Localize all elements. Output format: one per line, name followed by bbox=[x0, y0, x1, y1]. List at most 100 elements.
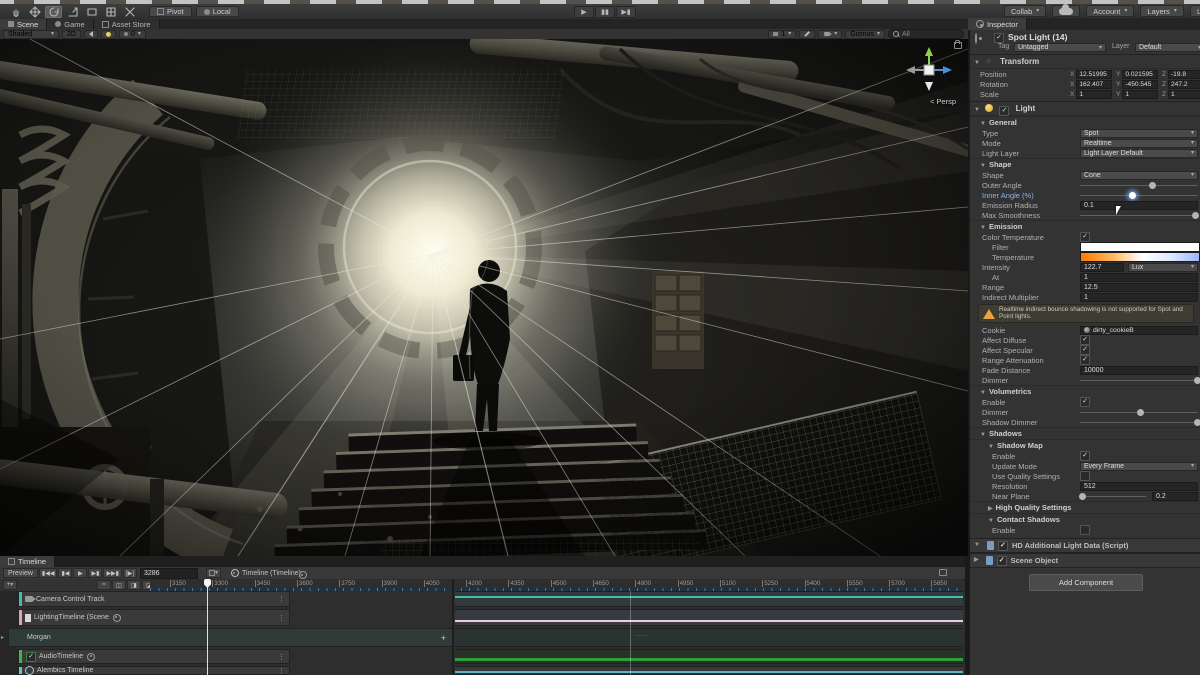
filter-color-swatch[interactable] bbox=[1080, 242, 1200, 252]
add-track-button[interactable]: +▾ bbox=[3, 580, 17, 590]
track-header-alembics-timeline[interactable]: Alembics Timeline⋮ bbox=[18, 666, 290, 675]
effects-dropdown[interactable]: 0 ▾ bbox=[119, 30, 146, 39]
slider-thumb[interactable] bbox=[1079, 493, 1086, 500]
light-fold-icon[interactable]: ▼ bbox=[974, 107, 980, 113]
track-menu-icon[interactable]: ⋮ bbox=[278, 667, 285, 675]
rotation-x-field[interactable]: 162.407 bbox=[1076, 80, 1112, 89]
enable-checkbox[interactable]: ✓ bbox=[1080, 397, 1090, 407]
persp-label[interactable]: < Persp bbox=[930, 97, 956, 106]
track-settings-icon[interactable] bbox=[113, 614, 121, 622]
mode-dropdown[interactable]: Realtime▾ bbox=[1080, 139, 1198, 148]
preview-toggle[interactable]: Preview bbox=[3, 568, 38, 578]
rotate-tool-icon[interactable] bbox=[45, 6, 62, 18]
dimmer-slider[interactable] bbox=[1080, 376, 1198, 385]
color-temperature-checkbox[interactable]: ✓ bbox=[1080, 232, 1090, 242]
next-frame-button[interactable]: ▶▮ bbox=[88, 568, 102, 578]
fold-icon[interactable]: ▼ bbox=[980, 163, 986, 169]
emission-radius-field[interactable]: 0.1 bbox=[1080, 201, 1198, 210]
range-attenuation-checkbox[interactable]: ✓ bbox=[1080, 355, 1090, 365]
outer-angle-slider[interactable] bbox=[1080, 181, 1198, 190]
custom-tool-icon[interactable] bbox=[121, 6, 138, 18]
track-header-morgan[interactable]: ▸Morgan+ bbox=[8, 628, 453, 647]
position-z-field[interactable]: -19.8 bbox=[1168, 70, 1200, 79]
track-mute-checkbox[interactable]: ✓ bbox=[26, 652, 36, 662]
indirect-multiplier-field[interactable]: 1 bbox=[1080, 293, 1198, 302]
step-button[interactable]: ▶▮ bbox=[616, 6, 636, 18]
object-enable-checkbox[interactable]: ✓ bbox=[994, 33, 1004, 43]
transform-tool-icon[interactable] bbox=[102, 6, 119, 18]
slider-thumb[interactable] bbox=[1129, 192, 1136, 199]
affect-specular-checkbox[interactable]: ✓ bbox=[1080, 345, 1090, 355]
group-fold-icon[interactable]: ▸ bbox=[1, 634, 4, 641]
section-header-shadows[interactable]: ▼Shadows bbox=[970, 427, 1200, 439]
track-clip-lightingtimeline-scene[interactable] bbox=[455, 609, 963, 626]
audio-toggle[interactable] bbox=[84, 30, 98, 39]
timeline-ruler[interactable]: 3150330034503600375039004050420043504500… bbox=[150, 579, 963, 591]
move-tool-icon[interactable] bbox=[26, 6, 43, 18]
scene-orientation-gizmo[interactable] bbox=[900, 43, 958, 97]
timeline-gear-icon[interactable] bbox=[299, 571, 307, 579]
account-dropdown[interactable]: Account ▾ bbox=[1086, 5, 1134, 17]
max-smoothness-slider[interactable] bbox=[1080, 211, 1198, 220]
play-button[interactable]: ▶ bbox=[73, 568, 87, 578]
slider-thumb[interactable] bbox=[1137, 409, 1144, 416]
slider-thumb[interactable] bbox=[1194, 419, 1200, 426]
near-plane-field[interactable]: 0.2 bbox=[1152, 492, 1198, 501]
enable-checkbox[interactable]: ✓ bbox=[1080, 451, 1090, 461]
light-layer-dropdown[interactable]: Light Layer Default▾ bbox=[1080, 149, 1198, 158]
pause-button[interactable]: ▮▮ bbox=[595, 6, 615, 18]
temperature-gradient-slider[interactable] bbox=[1080, 252, 1200, 262]
track-clip-audiotimeline[interactable] bbox=[455, 649, 963, 664]
fold-icon[interactable]: ▼ bbox=[988, 444, 994, 450]
slider-thumb[interactable] bbox=[1192, 212, 1199, 219]
gizmos-dropdown[interactable]: Gizmos ▾ bbox=[845, 30, 885, 39]
tab-inspector[interactable]: Inspector bbox=[968, 18, 1027, 30]
at-field[interactable]: 1 bbox=[1080, 273, 1198, 282]
dimmer-slider[interactable] bbox=[1080, 408, 1198, 417]
object-name[interactable]: Spot Light (14) bbox=[1008, 32, 1068, 42]
rotation-z-field[interactable]: 247.2 bbox=[1168, 80, 1200, 89]
track-header-lightingtimeline-scene[interactable]: LightingTimeline (Scene⋮ bbox=[18, 609, 290, 626]
scale-z-field[interactable]: 1 bbox=[1168, 90, 1200, 99]
playhead-line[interactable] bbox=[207, 580, 208, 675]
slider-thumb[interactable] bbox=[1194, 377, 1200, 384]
track-menu-icon[interactable]: ⋮ bbox=[278, 595, 285, 603]
type-dropdown[interactable]: Spot▾ bbox=[1080, 129, 1198, 138]
track-clip-camera-control-track[interactable] bbox=[455, 591, 963, 607]
tab-scene[interactable]: Scene bbox=[0, 19, 47, 29]
scene-search-input[interactable]: All bbox=[888, 29, 964, 39]
play-button[interactable]: ▶ bbox=[574, 6, 594, 18]
section-header-high-quality-settings[interactable]: ▶High Quality Settings bbox=[970, 501, 1200, 513]
layers-dropdown[interactable]: Layers ▾ bbox=[1140, 5, 1184, 17]
fold-icon[interactable]: ▼ bbox=[974, 539, 980, 552]
section-header-volumetrics[interactable]: ▼Volumetrics bbox=[970, 385, 1200, 397]
shadow-dimmer-slider[interactable] bbox=[1080, 418, 1198, 427]
resolution-field[interactable]: 512 bbox=[1080, 482, 1198, 491]
intensity-field[interactable]: 122.7 bbox=[1080, 263, 1124, 272]
frame-field[interactable]: 3286 bbox=[140, 568, 198, 579]
local-button[interactable]: Local bbox=[196, 6, 239, 17]
fold-icon[interactable]: ▼ bbox=[988, 518, 994, 524]
intensity-unit-dropdown[interactable]: Lux▾ bbox=[1128, 263, 1198, 272]
section-header-shape[interactable]: ▼Shape bbox=[970, 158, 1200, 170]
camera-count-dropdown[interactable]: 1 ▾ bbox=[768, 30, 796, 39]
timeline-breadcrumb[interactable]: Timeline (Timeline) bbox=[227, 569, 301, 577]
component-enable-checkbox[interactable]: ✓ bbox=[997, 556, 1007, 566]
component-enable-checkbox[interactable]: ✓ bbox=[998, 541, 1008, 551]
camera-view-dropdown[interactable]: ▾ bbox=[818, 30, 842, 39]
section-header-shadow-map[interactable]: ▼Shadow Map bbox=[970, 439, 1200, 451]
section-header-emission[interactable]: ▼Emission bbox=[970, 220, 1200, 232]
add-component-button[interactable]: Add Component bbox=[1029, 574, 1143, 591]
2d-toggle[interactable]: 2D bbox=[62, 30, 81, 39]
track-header-camera-control-track[interactable]: Camera Control Track⋮ bbox=[18, 591, 290, 607]
use-quality-settings-checkbox[interactable] bbox=[1080, 471, 1090, 481]
cookie-object-field[interactable]: dirty_cookieB bbox=[1080, 326, 1198, 335]
curves-view-icon[interactable]: ≈ bbox=[97, 580, 111, 590]
cloud-button[interactable] bbox=[1052, 5, 1080, 17]
range-field[interactable]: 12.5 bbox=[1080, 283, 1198, 292]
fold-icon[interactable]: ▼ bbox=[980, 390, 986, 396]
fold-icon[interactable]: ▶ bbox=[974, 554, 979, 567]
lighting-toggle[interactable] bbox=[101, 30, 116, 39]
tab-game[interactable]: Game bbox=[47, 19, 93, 29]
slider-thumb[interactable] bbox=[1149, 182, 1156, 189]
